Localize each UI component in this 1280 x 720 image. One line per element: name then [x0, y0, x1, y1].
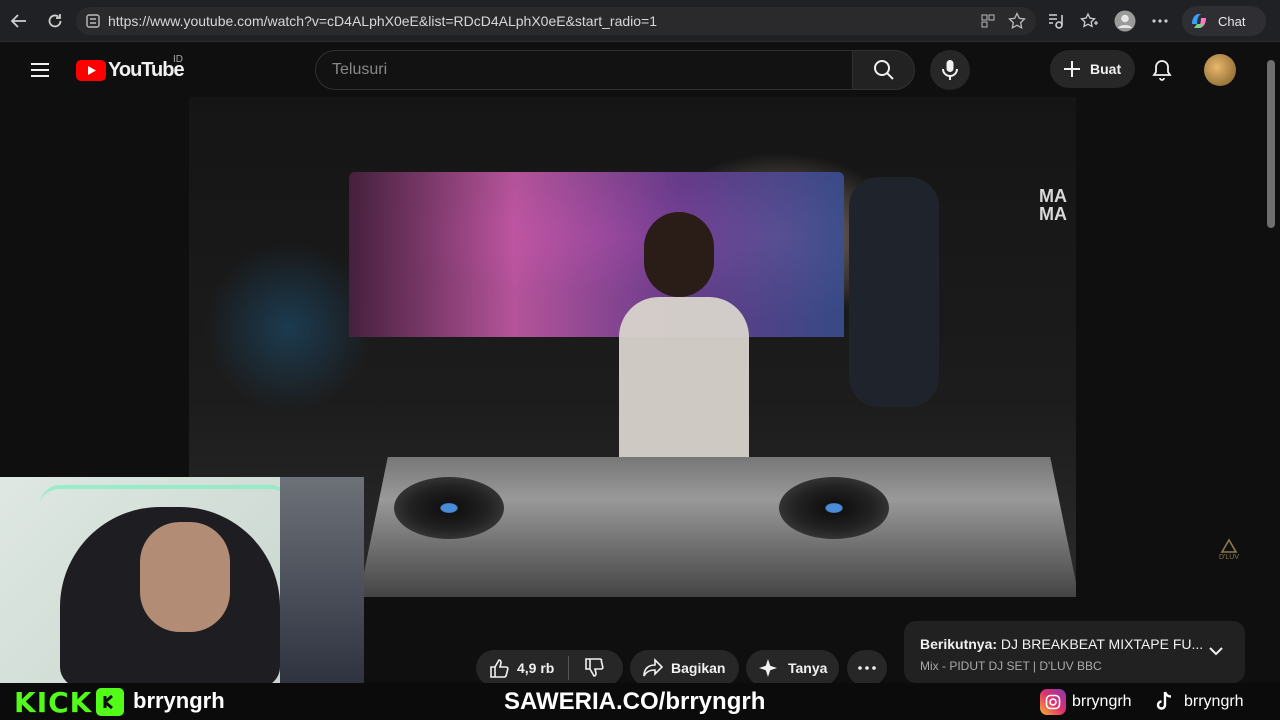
scrollbar-thumb[interactable] [1267, 60, 1275, 228]
channel-watermark: D'LUV [1216, 538, 1242, 566]
search-input[interactable] [316, 61, 852, 79]
app-available-icon[interactable] [980, 13, 996, 29]
kick-logo-text: KICK [14, 686, 93, 719]
streamer-face [140, 522, 230, 632]
kick-username: brryngrh [133, 688, 225, 713]
share-icon [643, 658, 664, 677]
share-label: Bagikan [671, 660, 726, 676]
more-horizontal-icon [858, 666, 876, 670]
share-button[interactable]: Bagikan [630, 650, 739, 686]
chat-label: Chat [1218, 13, 1246, 29]
sparkle-icon [759, 659, 777, 677]
right-jog-wheel [779, 477, 889, 539]
chevron-down-icon[interactable] [1208, 645, 1224, 657]
ask-label: Tanya [788, 660, 828, 676]
copilot-chat-button[interactable]: Chat [1182, 6, 1266, 36]
up-next-prefix: Berikutnya: [920, 636, 998, 652]
led-screen-backdrop [349, 172, 844, 337]
stream-overlay-bar: KICK brryngrh SAWERIA.CO/brryngrh brryng… [0, 683, 1280, 720]
kick-icon [96, 688, 124, 716]
saweria-link: SAWERIA.CO/brryngrh [504, 688, 766, 715]
webcam-background-shelf [280, 477, 364, 683]
user-avatar[interactable] [1204, 54, 1236, 86]
venue-watermark: MA MA [1039, 186, 1067, 224]
back-icon[interactable] [6, 8, 32, 34]
dj-figure [644, 212, 714, 297]
like-count[interactable]: 4,9 rb [517, 660, 554, 676]
ask-button[interactable]: Tanya [746, 650, 839, 686]
hamburger-menu-icon[interactable] [28, 58, 52, 82]
create-label: Buat [1090, 61, 1122, 77]
search-icon [873, 60, 894, 80]
streamer-webcam [0, 477, 364, 683]
up-next-title[interactable]: DJ BREAKBEAT MIXTAPE FU... [1001, 636, 1203, 652]
address-bar[interactable]: https://www.youtube.com/watch?v=cD4ALphX… [76, 7, 1036, 35]
media-control-icon[interactable] [1042, 8, 1068, 34]
thumbs-down-icon[interactable] [583, 657, 605, 679]
copilot-icon [1192, 14, 1206, 28]
region-code: ID [173, 54, 183, 65]
instagram-username: brryngrh [1072, 693, 1132, 710]
second-person-figure [849, 177, 939, 407]
search-button[interactable] [852, 50, 915, 90]
tiktok-icon [1156, 691, 1172, 710]
youtube-header: YouTube ID Buat [0, 42, 1262, 98]
create-button[interactable]: Buat [1050, 50, 1135, 88]
like-divider [568, 656, 570, 680]
search-box [315, 50, 852, 90]
dj-figure-body [619, 297, 749, 467]
browser-toolbar: https://www.youtube.com/watch?v=cD4ALphX… [0, 0, 1280, 42]
favorites-icon[interactable] [1076, 8, 1102, 34]
up-next-card[interactable]: Berikutnya: DJ BREAKBEAT MIXTAPE FU... M… [904, 621, 1245, 683]
favorite-star-icon[interactable] [1008, 12, 1026, 30]
more-actions-button[interactable] [847, 650, 887, 686]
plus-icon [1064, 61, 1080, 77]
more-menu-icon[interactable] [1147, 8, 1173, 34]
up-next-title-line: Berikutnya: DJ BREAKBEAT MIXTAPE FU... [920, 636, 1203, 652]
instagram-icon [1040, 689, 1066, 715]
like-dislike-group: 4,9 rb [476, 650, 623, 686]
reload-icon[interactable] [42, 8, 68, 34]
site-info-icon[interactable] [85, 13, 101, 29]
channel-logo-icon [1220, 538, 1238, 553]
thumbs-up-icon[interactable] [488, 657, 510, 679]
page-scrollbar[interactable] [1262, 42, 1280, 683]
youtube-play-icon [76, 59, 106, 81]
notifications-bell-icon[interactable] [1150, 58, 1174, 82]
profile-icon[interactable] [1112, 8, 1138, 34]
url-text: https://www.youtube.com/watch?v=cD4ALphX… [108, 13, 658, 29]
tiktok-username: brryngrh [1184, 693, 1244, 710]
microphone-icon [942, 60, 958, 80]
left-jog-wheel [394, 477, 504, 539]
voice-search-button[interactable] [930, 50, 970, 90]
up-next-subtitle: Mix - PIDUT DJ SET | D'LUV BBC [920, 659, 1102, 673]
channel-watermark-text: D'LUV [1218, 554, 1239, 561]
youtube-logo[interactable]: YouTube ID [76, 54, 185, 83]
